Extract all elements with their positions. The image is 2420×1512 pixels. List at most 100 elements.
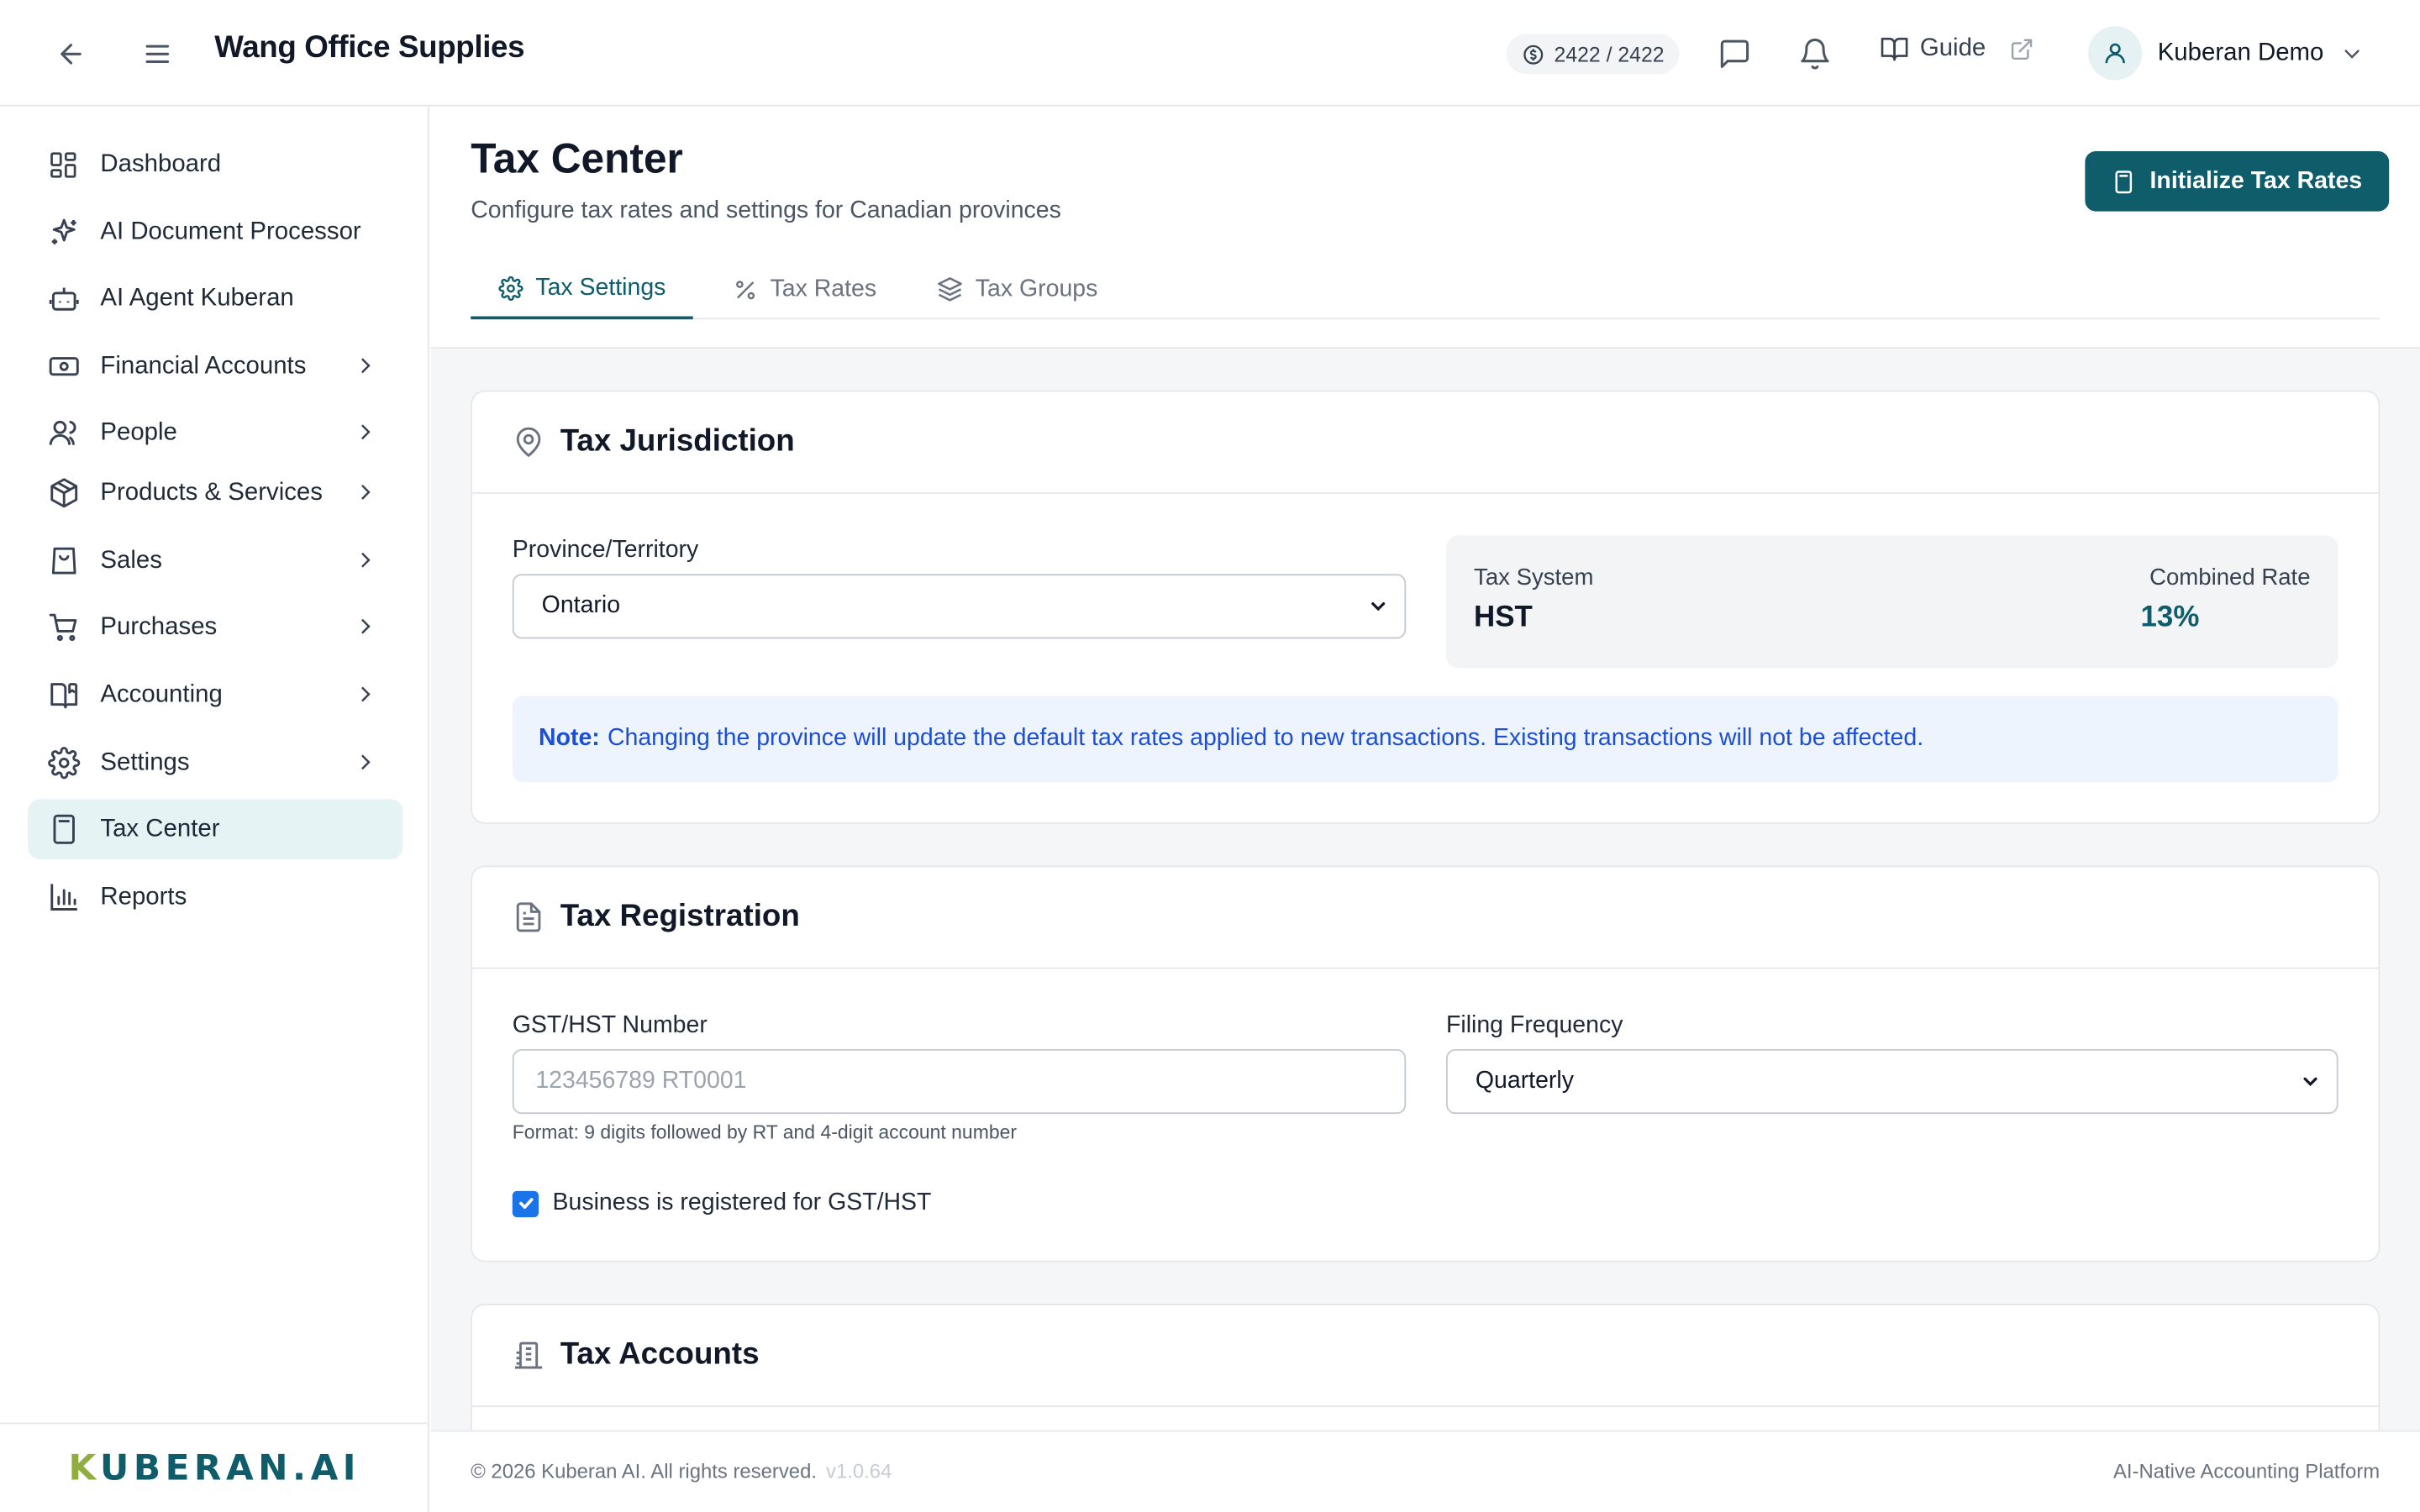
card-header: Tax Registration (472, 867, 2379, 969)
message-square-icon (1720, 39, 1749, 68)
province-select[interactable]: Ontario (512, 574, 1407, 639)
menu-toggle-button[interactable] (133, 29, 182, 79)
chevron-down-icon (2300, 1071, 2322, 1093)
tax-system-panel: Tax System HST Combined Rate 13% (1445, 535, 2338, 669)
file-text-icon (516, 902, 541, 932)
filing-frequency-value: Quarterly (1475, 1067, 1574, 1095)
coin-icon (1523, 44, 1544, 64)
gst-registered-checkbox-row[interactable]: Business is registered for GST/HST (512, 1189, 931, 1217)
sparkles-icon (46, 215, 80, 249)
sidebar-item-ai-agent[interactable]: AI Agent Kuberan (28, 269, 402, 329)
sidebar-item-products-services[interactable]: Products & Services (28, 463, 402, 523)
bot-icon (46, 281, 80, 315)
sidebar-item-label: AI Document Processor (100, 218, 361, 245)
user-icon (2105, 43, 2125, 64)
chevron-right-icon (354, 420, 378, 444)
tab-tax-groups[interactable]: Tax Groups (909, 260, 1126, 320)
province-change-note: Note: Changing the province will update … (512, 696, 2338, 783)
sidebar-item-financial-accounts[interactable]: Financial Accounts (28, 336, 402, 396)
gear-icon (498, 275, 523, 301)
tab-tax-rates[interactable]: Tax Rates (705, 260, 904, 320)
tax-jurisdiction-card: Tax Jurisdiction Province/Territory Onta… (471, 390, 2381, 824)
sidebar-item-tax-center[interactable]: Tax Center (28, 799, 403, 860)
sidebar-item-label: People (100, 418, 177, 445)
messages-button[interactable] (1710, 29, 1760, 79)
gear-icon (46, 746, 80, 780)
calculator-icon (46, 812, 80, 846)
app-version: v1.0.64 (826, 1459, 892, 1483)
tab-tax-settings[interactable]: Tax Settings (471, 260, 694, 320)
tab-label: Tax Rates (770, 275, 877, 302)
chevron-right-icon (354, 614, 378, 638)
sidebar-item-label: Settings (100, 748, 190, 775)
card-title: Tax Accounts (560, 1337, 760, 1372)
check-icon (518, 1198, 533, 1210)
bell-icon (1801, 38, 1829, 70)
dashboard-icon (46, 147, 80, 181)
tab-bar: Tax Settings Tax Rates Tax Groups (471, 260, 2381, 320)
copyright: © 2026 Kuberan AI. All rights reserved. v… (471, 1460, 892, 1483)
sidebar-item-reports[interactable]: Reports (28, 867, 402, 927)
tax-accounts-card: Tax Accounts (471, 1304, 2381, 1431)
app-title: Wang Office Supplies (214, 30, 525, 66)
note-label: Note: (539, 725, 600, 752)
page-subtitle: Configure tax rates and settings for Can… (471, 197, 1061, 224)
banknote-icon (46, 349, 80, 383)
arrow-left-icon (60, 44, 82, 65)
logo-mark: K (68, 1447, 101, 1488)
card-header: Tax Accounts (472, 1305, 2379, 1408)
page-title: Tax Center (471, 135, 683, 182)
logo-text: UBERAN.AI (100, 1447, 361, 1488)
sidebar-item-people[interactable]: People (28, 402, 402, 463)
tab-label: Tax Groups (975, 275, 1098, 302)
sidebar-item-accounting[interactable]: Accounting (28, 665, 402, 726)
sidebar-item-label: Financial Accounts (100, 352, 307, 379)
card-header: Tax Jurisdiction (472, 392, 2379, 494)
shopping-bag-icon (46, 543, 80, 577)
back-button[interactable] (46, 29, 96, 79)
copyright-text: © 2026 Kuberan AI. All rights reserved. (471, 1459, 818, 1483)
chevron-right-icon (354, 480, 378, 504)
credits-badge[interactable]: 2422 / 2422 (1506, 34, 1680, 75)
top-header: Wang Office Supplies 2422 / 2422 Guide K… (0, 0, 2420, 107)
percent-icon (736, 280, 755, 299)
sidebar-item-ai-document-processor[interactable]: AI Document Processor (28, 202, 402, 263)
guide-label: Guide (1919, 34, 1986, 61)
building-icon (514, 1341, 543, 1369)
book-icon (46, 678, 80, 711)
page-footer: © 2026 Kuberan AI. All rights reserved. v… (430, 1430, 2420, 1512)
kuberan-logo[interactable]: KUBERAN.AI (69, 1448, 361, 1488)
filing-frequency-select[interactable]: Quarterly (1445, 1048, 2338, 1115)
guide-link[interactable]: Guide (1880, 34, 1986, 63)
gst-registered-checkbox[interactable] (512, 1190, 539, 1217)
province-value: Ontario (541, 592, 621, 619)
chevron-right-icon (354, 682, 378, 706)
chevron-right-icon (354, 750, 378, 774)
package-icon (46, 476, 80, 510)
user-menu[interactable]: Kuberan Demo (2088, 26, 2364, 81)
note-text: Changing the province will update the de… (607, 725, 1924, 752)
sidebar-item-label: Reports (100, 883, 187, 910)
sidebar-footer: KUBERAN.AI (0, 1422, 429, 1512)
sidebar-item-settings[interactable]: Settings (28, 732, 402, 793)
gst-number-label: GST/HST Number (512, 1011, 708, 1039)
sidebar-item-purchases[interactable]: Purchases (28, 597, 402, 658)
chevron-right-icon (354, 354, 378, 378)
chevron-down-icon (1367, 596, 1389, 617)
sidebar-item-dashboard[interactable]: Dashboard (28, 134, 402, 195)
initialize-tax-rates-button[interactable]: Initialize Tax Rates (2085, 150, 2389, 212)
sidebar-item-label: Purchases (100, 613, 218, 640)
chevron-down-icon (2344, 49, 2360, 58)
gst-number-input[interactable]: 123456789 RT0001 (512, 1048, 1407, 1115)
sidebar-item-label: Accounting (100, 680, 223, 708)
tab-label: Tax Settings (535, 274, 666, 301)
users-icon (46, 416, 80, 449)
page-header: Tax Center Configure tax rates and setti… (430, 106, 2420, 349)
sidebar-item-label: AI Agent Kuberan (100, 284, 294, 312)
sidebar-item-sales[interactable]: Sales (28, 531, 402, 591)
book-open-icon (1881, 37, 1908, 61)
notifications-button[interactable] (1791, 29, 1840, 79)
user-name: Kuberan Demo (2157, 39, 2324, 66)
external-link-icon[interactable] (2009, 37, 2033, 61)
credits-count: 2422 / 2422 (1554, 42, 1665, 66)
